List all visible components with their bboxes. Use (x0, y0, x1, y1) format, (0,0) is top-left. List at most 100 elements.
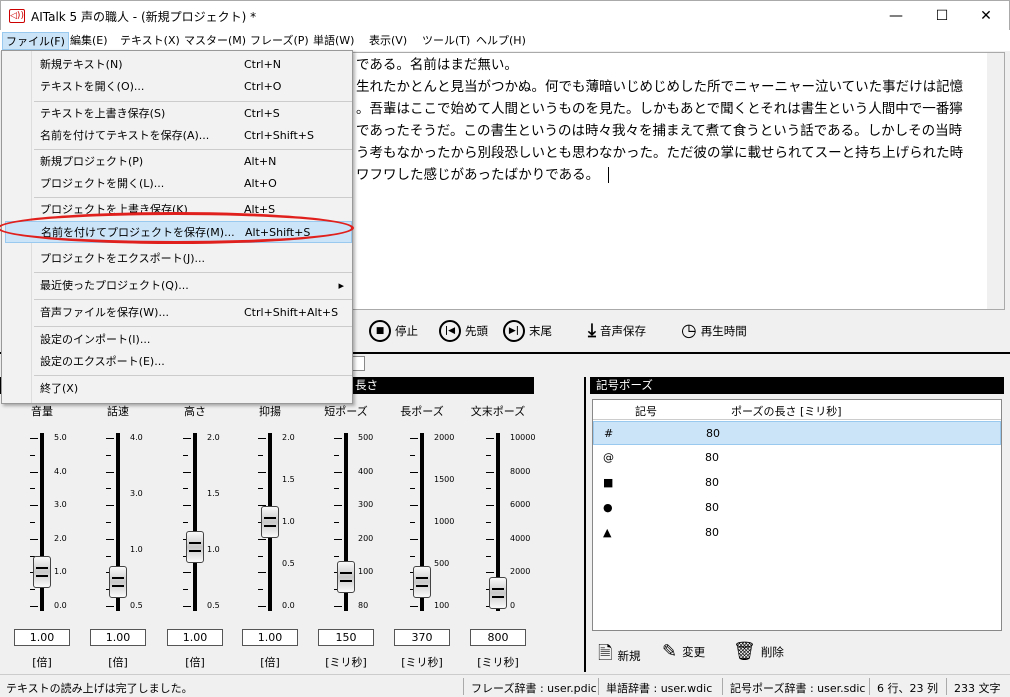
slider-tick (486, 488, 491, 490)
slider-tick (258, 471, 266, 473)
menu-help[interactable]: ヘルプ(H) (473, 32, 529, 50)
slider-scale-label: 4.0 (130, 433, 143, 442)
menu-file[interactable]: ファイル(F) (2, 32, 69, 50)
slider-tick (106, 555, 111, 557)
head-button[interactable]: |◀ 先頭 (439, 320, 488, 342)
menu-item-save-audio[interactable]: 音声ファイルを保存(W)... Ctrl+Shift+Alt+S (38, 302, 350, 324)
menu-item-new-text[interactable]: 新規テキスト(N) Ctrl+N (38, 54, 350, 76)
text-editor[interactable]: である。名前はまだ無い。 生れたかとんと見当がつかぬ。何でも薄暗いじめじめした所… (343, 52, 1005, 310)
menu-text[interactable]: テキスト(X) (117, 32, 183, 50)
slider-tick (106, 471, 114, 473)
status-char-count: 233 文字 (954, 682, 1001, 695)
menu-view[interactable]: 表示(V) (366, 32, 410, 50)
slider-tick (334, 505, 342, 507)
status-cursor-pos: 6 行、23 列 (877, 682, 938, 695)
trash-icon: 🗑 (733, 641, 756, 662)
slider-tick (486, 572, 494, 574)
new-button[interactable]: 🗎 新規 (598, 641, 640, 671)
tail-button[interactable]: ▶| 末尾 (503, 320, 552, 342)
table-row[interactable]: ● 80 (593, 496, 1001, 520)
panel-header: 記号ポーズ (590, 377, 1004, 394)
minimize-button[interactable]: — (873, 1, 919, 31)
maximize-button[interactable]: ☐ (919, 1, 965, 31)
menu-item-save-text-as[interactable]: 名前を付けてテキストを保存(A)... Ctrl+Shift+S (38, 125, 350, 147)
slider-tick (30, 505, 38, 507)
vertical-scrollbar[interactable] (987, 53, 1004, 309)
menu-item-recent-projects[interactable]: 最近使ったプロジェクト(Q)... ▸ (38, 275, 350, 297)
slider-thumb[interactable] (33, 556, 51, 589)
slider-thumb[interactable] (337, 561, 355, 594)
menu-tools[interactable]: ツール(T) (419, 32, 473, 50)
menu-item-save-text[interactable]: テキストを上書き保存(S) Ctrl+S (38, 103, 350, 125)
slider-tick (183, 572, 191, 574)
voice-params-panel: 長さ 音量 5.0 4.0 3.0 2.0 1.0 0.0 1.00 [倍] 話速 4.0 3.0 1.… (0, 377, 535, 672)
slider-tick (258, 538, 266, 540)
slider-scale-label: 2.0 (207, 433, 220, 442)
table-row[interactable]: @80 (593, 446, 1001, 470)
slider-value-box[interactable]: 1.00 (167, 629, 223, 646)
slider-label: 音量 (31, 405, 53, 418)
table-header: 記号 ポーズの長さ [ミリ秒] (593, 400, 1001, 420)
menu-edit[interactable]: 編集(E) (67, 32, 111, 50)
slider-tick (30, 589, 35, 591)
slider-scale-label: 8000 (510, 466, 531, 476)
sliders-area: 音量 5.0 4.0 3.0 2.0 1.0 0.0 1.00 [倍] 話速 4.0 3.0 1.0 0.… (0, 377, 535, 672)
slider-value-box[interactable]: 150 (318, 629, 374, 646)
slider-tick (410, 522, 415, 523)
play-time-button[interactable]: ◷ 再生時間 (681, 320, 747, 341)
save-audio-button[interactable]: ⤓ 音声保存 (588, 320, 646, 341)
menu-separator (34, 272, 352, 273)
menu-word[interactable]: 単語(W) (310, 32, 357, 50)
menu-item-open-project[interactable]: プロジェクトを開く(L)... Alt+O (38, 173, 350, 195)
slider-tick (106, 438, 114, 439)
slider-value-box[interactable]: 1.00 (242, 629, 298, 646)
slider-tick (334, 438, 342, 439)
status-separator (869, 678, 870, 695)
slider-scale-label: 500 (434, 559, 450, 568)
close-button[interactable]: ✕ (963, 1, 1009, 31)
stop-button[interactable]: ■ 停止 (369, 320, 418, 342)
slider-track[interactable] (193, 433, 197, 611)
table-row[interactable]: #80 (593, 421, 1001, 445)
slider-scale-label: 1.5 (207, 489, 220, 498)
slider-tick (106, 538, 114, 540)
menu-item-open-text[interactable]: テキストを開く(O)... Ctrl+O (38, 76, 350, 98)
menu-master[interactable]: マスター(M) (181, 32, 249, 50)
slider-tick (183, 454, 188, 456)
slider-tick (410, 438, 418, 439)
slider-thumb[interactable] (413, 566, 431, 599)
slider-thumb[interactable] (261, 506, 279, 538)
slider-tick (30, 488, 35, 490)
head-label: 先頭 (465, 324, 488, 338)
slider-thumb[interactable] (489, 576, 507, 609)
menu-separator (34, 197, 352, 198)
slider-scale-label: 2000 (434, 433, 455, 442)
playback-toolbar: ■ 停止 |◀ 先頭 ▶| 末尾 ⤓ 音声保存 ◷ 再生時間 (343, 312, 1005, 352)
menu-phrase[interactable]: フレーズ(P) (247, 32, 312, 50)
edit-label: 変更 (682, 644, 706, 659)
edit-button[interactable]: ✎ 変更 (662, 641, 705, 662)
slider-tick (334, 454, 339, 456)
slider-tick (106, 505, 114, 507)
slider-value-box[interactable]: 1.00 (90, 629, 146, 646)
table-row[interactable]: ■ 80 (593, 471, 1001, 495)
slider-tick (334, 555, 339, 557)
menu-item-exit[interactable]: 終了(X) (38, 378, 350, 400)
menu-item-export-settings[interactable]: 設定のエクスポート(E)... (38, 351, 350, 373)
slider-value-box[interactable]: 800 (470, 629, 526, 646)
slider-tick (30, 538, 38, 540)
menu-item-import-settings[interactable]: 設定のインポート(I)... (38, 329, 350, 351)
slider-tick (486, 454, 491, 456)
symbol-pause-table[interactable]: 記号 ポーズの長さ [ミリ秒] #80 @80 ■ 80 ● 80 ▲ 80 (592, 399, 1002, 631)
delete-button[interactable]: 🗑 削除 (733, 641, 784, 662)
slider-value-box[interactable]: 370 (394, 629, 450, 646)
slider-scale-label: 6000 (510, 500, 531, 510)
menu-item-export-project[interactable]: プロジェクトをエクスポート(J)... (38, 248, 350, 270)
slider-thumb[interactable] (109, 566, 127, 599)
table-row[interactable]: ▲ 80 (593, 521, 1001, 545)
slider-thumb[interactable] (186, 531, 204, 564)
window-title: AITalk 5 声の職人 - (新規プロジェクト) * (31, 10, 257, 24)
menu-item-new-project[interactable]: 新規プロジェクト(P) Alt+N (38, 151, 350, 173)
slider-value-box[interactable]: 1.00 (14, 629, 70, 646)
slider-tick (183, 471, 191, 473)
